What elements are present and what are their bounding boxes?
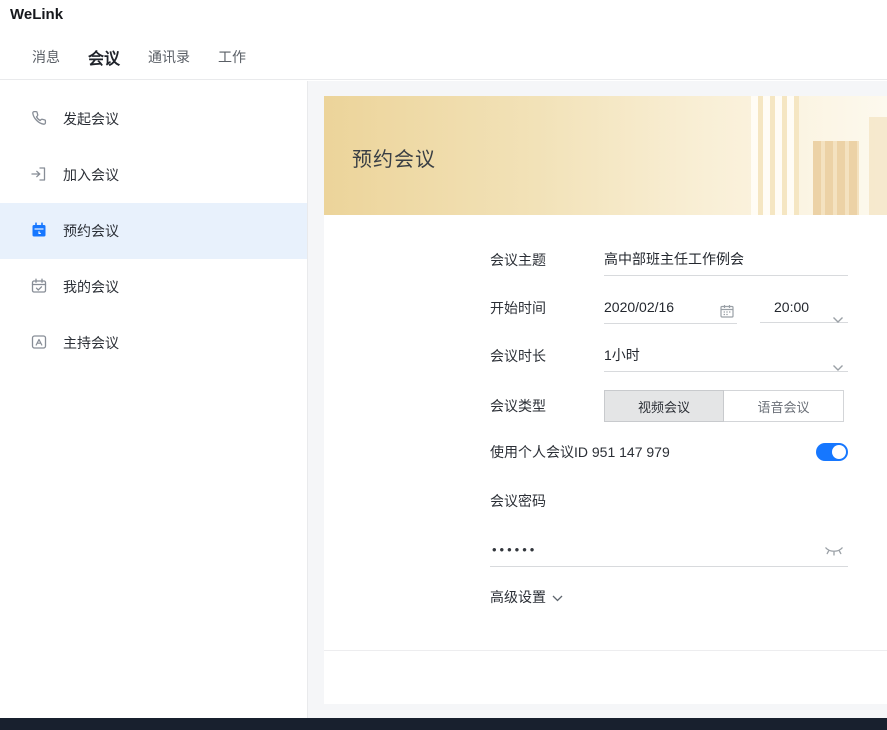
schedule-meeting-card: 预约会议 会议主题 高中部班主任工作例会 开始时间 2020/02/16 [324, 96, 887, 704]
personal-id-row: 使用个人会议ID 951 147 979 [490, 436, 848, 468]
building-illustration [813, 141, 859, 215]
host-meeting-icon [30, 333, 48, 354]
time-select[interactable]: 20:00 [760, 292, 848, 323]
app-title: WeLink [10, 6, 63, 23]
meeting-type-segment: 视频会议 语音会议 [604, 390, 844, 422]
time-value: 20:00 [774, 299, 809, 315]
sidebar-item-label: 发起会议 [63, 109, 119, 129]
sidebar-item-label: 加入会议 [63, 165, 119, 185]
duration-value: 1小时 [604, 347, 640, 363]
sidebar-item-label: 主持会议 [63, 333, 119, 353]
tab-meetings[interactable]: 会议 [88, 45, 120, 69]
card-divider [324, 650, 887, 651]
chevron-down-icon [832, 304, 844, 334]
duration-label: 会议时长 [490, 340, 546, 372]
tab-work[interactable]: 工作 [218, 47, 246, 67]
banner: 预约会议 [324, 96, 887, 215]
meeting-sidebar: 发起会议 加入会议 预约会议 [0, 81, 308, 718]
tab-contacts[interactable]: 通讯录 [148, 47, 190, 67]
title-bar: WeLink [0, 0, 887, 34]
sidebar-item-start-meeting[interactable]: 发起会议 [0, 91, 307, 147]
password-masked-value: •••••• [492, 533, 537, 566]
eye-off-icon[interactable] [824, 544, 844, 562]
video-meeting-button[interactable]: 视频会议 [604, 390, 724, 422]
personal-id-toggle[interactable] [816, 443, 848, 461]
sidebar-item-host-meeting[interactable]: 主持会议 [0, 315, 307, 371]
advanced-settings-label: 高级设置 [490, 587, 546, 607]
calendar-schedule-icon [30, 221, 48, 242]
tab-messages[interactable]: 消息 [32, 47, 60, 67]
personal-id-label: 使用个人会议ID 951 147 979 [490, 436, 670, 468]
building-illustration [751, 96, 799, 215]
join-arrow-icon [30, 165, 48, 186]
page-title: 预约会议 [352, 143, 436, 172]
password-input[interactable]: •••••• [490, 533, 848, 567]
date-value: 2020/02/16 [604, 299, 674, 315]
password-label: 会议密码 [490, 491, 546, 511]
sidebar-item-my-meetings[interactable]: 我的会议 [0, 259, 307, 315]
start-time-label: 开始时间 [490, 292, 546, 324]
chevron-down-icon [832, 352, 844, 382]
welink-app: WeLink 消息 会议 通讯录 工作 发起会议 加入会议 [0, 0, 887, 730]
subject-input[interactable]: 高中部班主任工作例会 [604, 244, 848, 276]
calendar-icon[interactable] [719, 299, 735, 329]
sidebar-item-join-meeting[interactable]: 加入会议 [0, 147, 307, 203]
date-input[interactable]: 2020/02/16 [604, 292, 737, 324]
sidebar-item-schedule-meeting[interactable]: 预约会议 [0, 203, 307, 259]
phone-icon [30, 109, 48, 130]
duration-row: 会议时长 1小时 [490, 340, 848, 372]
sidebar-item-label: 预约会议 [63, 221, 119, 241]
subject-row: 会议主题 高中部班主任工作例会 [490, 244, 848, 276]
start-time-row: 开始时间 2020/02/16 20:00 [490, 292, 848, 324]
chevron-down-icon [552, 589, 563, 605]
taskbar-edge [0, 718, 887, 730]
main-content: 预约会议 会议主题 高中部班主任工作例会 开始时间 2020/02/16 [308, 81, 887, 718]
meeting-type-row: 会议类型 视频会议 语音会议 [490, 390, 848, 422]
building-illustration [869, 117, 887, 215]
voice-meeting-button[interactable]: 语音会议 [724, 390, 844, 422]
sidebar-item-label: 我的会议 [63, 277, 119, 297]
calendar-check-icon [30, 277, 48, 298]
subject-label: 会议主题 [490, 244, 546, 276]
meeting-type-label: 会议类型 [490, 390, 546, 422]
advanced-settings-toggle[interactable]: 高级设置 [490, 587, 563, 607]
duration-select[interactable]: 1小时 [604, 340, 848, 372]
main-tab-bar: 消息 会议 通讯录 工作 [0, 34, 887, 80]
